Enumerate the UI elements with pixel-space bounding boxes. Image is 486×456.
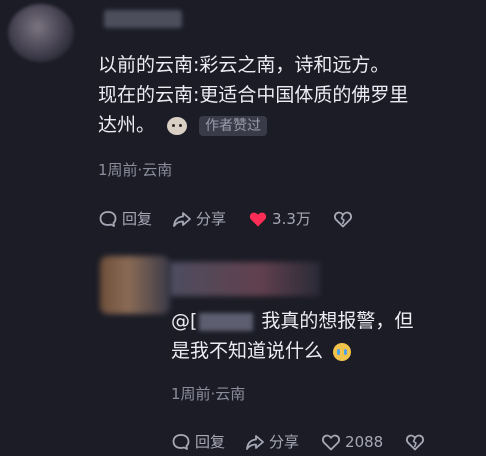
broken-heart-icon	[333, 211, 352, 227]
comment-line: 达州。	[98, 114, 156, 136]
comment-text: 以前的云南:彩云之南，诗和远方。 现在的云南:更适合中国体质的佛罗里 达州。 作…	[98, 50, 470, 140]
comment-actions: 回复 分享 3.3万	[98, 208, 353, 229]
reply-bubble-icon	[172, 433, 190, 450]
reply-label: 回复	[195, 433, 226, 451]
share-label: 分享	[196, 210, 227, 228]
comment-line: 以前的云南:彩云之南，诗和远方。	[98, 54, 390, 76]
comment-meta: 1周前·云南	[98, 161, 173, 179]
reply-text: @[ 我真的想报警，但 是我不知道说什么	[171, 306, 471, 366]
like-button[interactable]: 3.3万	[248, 208, 311, 229]
reply-button[interactable]: 回复	[98, 208, 152, 229]
dislike-button[interactable]	[405, 432, 425, 452]
reply-bubble-icon	[99, 210, 117, 227]
crying-emoji-icon	[333, 342, 352, 361]
share-arrow-icon	[173, 211, 191, 227]
mention-username-blurred[interactable]	[199, 312, 254, 331]
share-button[interactable]: 分享	[172, 208, 226, 229]
reply-line: 是我不知道说什么	[171, 340, 324, 362]
reply-meta: 1周前·云南	[171, 385, 246, 403]
mention-prefix[interactable]: @[	[171, 310, 197, 332]
reply-actions: 回复 分享 2088	[171, 431, 425, 452]
share-label: 分享	[269, 433, 300, 451]
cat-emoji-icon	[167, 116, 188, 135]
like-button[interactable]: 2088	[321, 432, 383, 452]
author-liked-badge: 作者赞过	[199, 115, 268, 136]
username-blurred[interactable]	[104, 10, 182, 28]
comment-line: 现在的云南:更适合中国体质的佛罗里	[98, 84, 409, 106]
share-button[interactable]: 分享	[245, 431, 299, 452]
share-arrow-icon	[246, 434, 264, 450]
like-count: 2088	[345, 432, 384, 451]
reply-avatar[interactable]	[100, 256, 170, 314]
heart-filled-icon	[249, 212, 267, 226]
dislike-button[interactable]	[333, 209, 353, 229]
heart-outline-icon	[322, 434, 341, 450]
broken-heart-icon	[406, 434, 425, 450]
avatar[interactable]	[8, 4, 74, 62]
reply-line: 我真的想报警，但	[261, 310, 414, 332]
reply-button[interactable]: 回复	[171, 431, 225, 452]
reply-username-blurred[interactable]	[170, 262, 320, 296]
like-count: 3.3万	[272, 210, 311, 228]
reply-label: 回复	[122, 210, 153, 228]
